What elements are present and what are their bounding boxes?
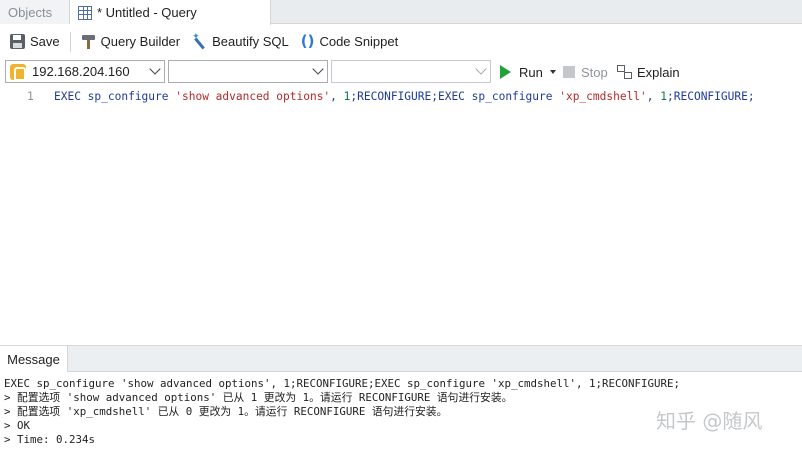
stop-button[interactable]: Stop bbox=[563, 61, 608, 83]
document-tab-strip: Objects * Untitled - Query bbox=[0, 0, 802, 25]
query-grid-icon bbox=[78, 5, 92, 20]
sql-editor[interactable]: 1 EXEC sp_configure 'show advanced optio… bbox=[0, 86, 802, 344]
code-token-num: 1 bbox=[660, 90, 668, 103]
hammer-icon bbox=[81, 34, 96, 49]
run-dropdown-icon[interactable] bbox=[549, 70, 556, 74]
connection-value: 192.168.204.160 bbox=[32, 64, 130, 79]
tab-message[interactable]: Message bbox=[0, 346, 68, 372]
code-line[interactable]: EXEC sp_configure 'show advanced options… bbox=[54, 90, 755, 103]
stop-label: Stop bbox=[581, 64, 608, 80]
query-toolbar: Save Query Builder Beautify SQL () Code … bbox=[0, 25, 802, 58]
play-icon bbox=[500, 65, 511, 79]
parentheses-icon: () bbox=[300, 32, 315, 50]
tab-objects[interactable]: Objects bbox=[0, 0, 70, 24]
beautify-sql-label: Beautify SQL bbox=[212, 34, 289, 49]
schema-select[interactable] bbox=[331, 60, 491, 83]
message-line: > Time: 0.234s bbox=[4, 433, 96, 446]
chevron-down-icon bbox=[149, 63, 161, 75]
message-line: > 配置选项 'show advanced options' 已从 1 更改为 … bbox=[4, 391, 513, 404]
code-token-str: 'show advanced options' bbox=[175, 90, 331, 103]
explain-plan-icon bbox=[617, 65, 632, 79]
connection-selector-row: 192.168.204.160 Run Stop Explain bbox=[0, 59, 802, 85]
explain-button[interactable]: Explain bbox=[617, 61, 680, 83]
chevron-down-icon bbox=[312, 63, 324, 75]
code-token-kw: , bbox=[646, 90, 661, 103]
code-snippet-label: Code Snippet bbox=[319, 34, 399, 49]
sql-server-connection-icon bbox=[10, 63, 26, 81]
save-label: Save bbox=[30, 34, 60, 49]
code-token-kw: , bbox=[330, 90, 344, 103]
save-button[interactable]: Save bbox=[6, 29, 64, 55]
code-token-kw: ;RECONFIGURE; bbox=[667, 90, 755, 103]
chevron-down-icon bbox=[475, 63, 487, 75]
line-number: 1 bbox=[27, 90, 34, 103]
code-token-str: 'xp_cmdshell' bbox=[559, 90, 647, 103]
toolbar-divider bbox=[69, 31, 71, 52]
wand-icon bbox=[192, 31, 207, 49]
code-token-kw: ;RECONFIGURE;EXEC sp_configure bbox=[350, 90, 560, 103]
explain-label: Explain bbox=[637, 64, 680, 80]
result-tab-strip: Message bbox=[0, 345, 802, 372]
tab-untitled-query[interactable]: * Untitled - Query bbox=[70, 0, 271, 25]
beautify-sql-button[interactable]: Beautify SQL bbox=[188, 29, 293, 55]
save-icon bbox=[10, 34, 25, 49]
code-token-kw: EXEC sp_configure bbox=[54, 90, 176, 103]
message-line: EXEC sp_configure 'show advanced options… bbox=[4, 377, 681, 390]
stop-icon bbox=[563, 66, 575, 78]
tab-objects-label: Objects bbox=[8, 4, 53, 20]
watermark: 知乎 @随风 bbox=[656, 409, 763, 433]
query-builder-label: Query Builder bbox=[100, 34, 181, 49]
connection-select[interactable]: 192.168.204.160 bbox=[5, 60, 165, 83]
query-builder-button[interactable]: Query Builder bbox=[77, 29, 184, 55]
tab-query-label: * Untitled - Query bbox=[97, 5, 197, 20]
tab-message-label: Message bbox=[7, 351, 60, 367]
run-label: Run bbox=[519, 64, 543, 80]
run-button[interactable]: Run bbox=[500, 61, 556, 83]
database-select[interactable] bbox=[168, 60, 328, 83]
code-snippet-button[interactable]: () Code Snippet bbox=[297, 29, 403, 55]
